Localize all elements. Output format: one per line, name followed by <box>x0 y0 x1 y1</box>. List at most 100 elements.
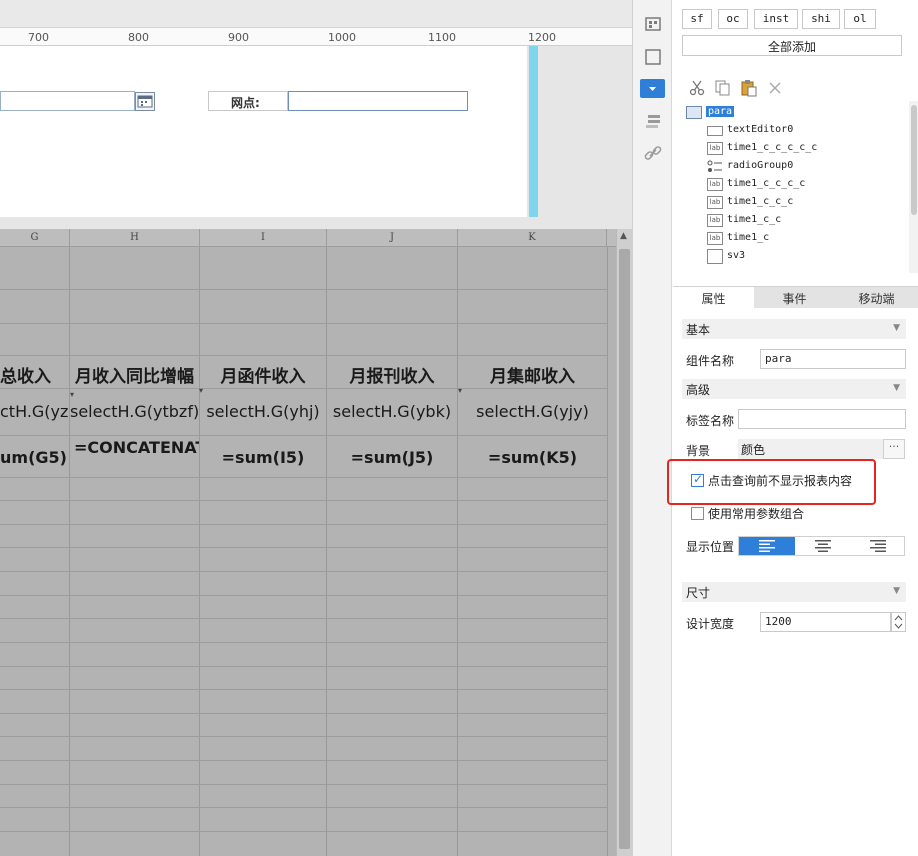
background-select[interactable]: 颜色 <box>738 439 883 459</box>
text-editor-icon <box>707 126 723 136</box>
chevron-down-icon: ▼ <box>893 586 900 596</box>
grid-cell[interactable]: ctH.G(yz) <box>0 402 69 421</box>
grid-line <box>0 642 608 643</box>
query-button[interactable]: oc <box>718 9 748 29</box>
tab-events[interactable]: 事件 <box>754 287 835 309</box>
display-position-selector <box>738 536 905 556</box>
cell-marker: ▾ <box>199 386 204 395</box>
grid-line <box>326 247 327 856</box>
parameter-panel-icon[interactable] <box>640 79 665 98</box>
tree-node-label: time1_c <box>727 232 770 243</box>
section-basic[interactable]: 基本 ▼ <box>682 319 906 339</box>
grid-cell[interactable]: selectH.G(yhj) <box>200 402 326 421</box>
grid-line <box>0 500 608 501</box>
column-header[interactable]: H <box>70 229 200 247</box>
background-more-button[interactable]: ··· <box>883 439 905 459</box>
grid-cell[interactable]: 总收入 <box>0 362 69 387</box>
add-all-button[interactable]: 全部添加 <box>682 35 902 56</box>
section-size[interactable]: 尺寸 ▼ <box>682 582 906 602</box>
use-common-params-checkbox[interactable] <box>691 507 704 520</box>
grid-line <box>0 571 608 572</box>
widget-library-icon[interactable] <box>643 14 663 34</box>
column-header[interactable]: K <box>458 229 607 247</box>
widget-name-input[interactable]: para <box>760 349 906 369</box>
query-button[interactable]: ol <box>844 9 876 29</box>
chevron-down-icon: ▼ <box>893 383 900 393</box>
design-canvas[interactable]: 700 800 900 1000 1100 1200 网点: G H I J K <box>0 0 632 856</box>
grid-line <box>0 388 608 389</box>
ruler-mark: 900 <box>228 31 249 44</box>
parameter-panel[interactable] <box>0 46 527 217</box>
grid-cell[interactable]: =CONCATENATE(ROUND((su <box>70 439 199 475</box>
grid-line <box>0 736 608 737</box>
date-input[interactable] <box>0 91 135 111</box>
grid-cell[interactable]: 月收入同比增幅 <box>70 362 199 387</box>
link-icon[interactable] <box>643 143 663 163</box>
grid-line <box>0 713 608 714</box>
calendar-icon[interactable] <box>135 92 155 111</box>
grid-cell[interactable]: selectH.G(yjy) <box>458 402 607 421</box>
grid-cell[interactable]: 月报刊收入 <box>327 362 457 387</box>
widget-tree[interactable]: para textEditor0 lab time1_c_c_c_c_c rad… <box>682 101 909 273</box>
report-grid[interactable]: G H I J K 总收入 月收入同比增幅 月函件收入 月报刊收入 月集邮收入 … <box>0 229 616 856</box>
form-icon <box>686 106 702 119</box>
design-width-input[interactable]: 1200 <box>760 612 891 632</box>
grid-scrollbar[interactable]: ▲ <box>616 229 632 856</box>
grid-cell[interactable]: =sum(K5) <box>458 448 607 467</box>
grid-line <box>0 689 608 690</box>
grid-cell[interactable]: selectH.G(ytbzf) <box>70 402 199 421</box>
ruler-mark: 1100 <box>428 31 456 44</box>
delete-icon[interactable] <box>766 79 784 97</box>
grid-cell[interactable]: 月集邮收入 <box>458 362 607 387</box>
section-title: 高级 <box>686 383 711 397</box>
tree-node-label: radioGroup0 <box>727 160 794 171</box>
section-advanced[interactable]: 高级 ▼ <box>682 379 906 399</box>
highlight-box <box>667 459 876 505</box>
horizontal-ruler: 700 800 900 1000 1100 1200 <box>0 28 632 46</box>
tree-node-label: textEditor0 <box>727 124 794 135</box>
tree-node-label: time1_c_c_c_c <box>727 178 806 189</box>
network-point-input[interactable] <box>288 91 468 111</box>
scrollbar-thumb[interactable] <box>911 105 917 215</box>
grid-cell[interactable]: 月函件收入 <box>200 362 326 387</box>
align-left-button[interactable] <box>739 537 795 555</box>
label-icon: lab <box>707 178 723 191</box>
align-right-button[interactable] <box>850 537 906 555</box>
frame-icon[interactable] <box>643 47 663 67</box>
cut-icon[interactable] <box>688 79 706 97</box>
tab-properties[interactable]: 属性 <box>673 287 754 309</box>
use-common-params-label[interactable]: 使用常用参数组合 <box>708 505 804 522</box>
label-icon: lab <box>707 142 723 155</box>
grid-line <box>0 323 608 324</box>
align-center-button[interactable] <box>795 537 851 555</box>
query-button[interactable]: sf <box>682 9 712 29</box>
query-button[interactable]: shi <box>802 9 840 29</box>
grid-line <box>0 595 608 596</box>
ruler-mark: 800 <box>128 31 149 44</box>
scrollbar-thumb[interactable] <box>619 249 630 849</box>
grid-cell[interactable]: =sum(J5) <box>327 448 457 467</box>
grid-line <box>457 247 458 856</box>
width-guide-line[interactable] <box>529 46 538 217</box>
tag-name-input[interactable] <box>738 409 906 429</box>
layers-icon[interactable] <box>643 111 663 131</box>
tree-scrollbar[interactable] <box>909 101 918 273</box>
grid-line <box>607 247 608 856</box>
network-point-label[interactable]: 网点: <box>208 91 288 111</box>
scroll-up-icon[interactable]: ▲ <box>620 231 627 241</box>
query-button[interactable]: inst <box>754 9 798 29</box>
tab-mobile[interactable]: 移动端 <box>835 287 918 309</box>
grid-line <box>0 289 608 290</box>
design-width-stepper[interactable] <box>891 612 906 632</box>
copy-icon[interactable] <box>714 79 732 97</box>
column-header[interactable]: I <box>200 229 327 247</box>
column-header[interactable]: G <box>0 229 70 247</box>
grid-cell[interactable]: =sum(I5) <box>200 448 326 467</box>
column-header[interactable]: J <box>327 229 458 247</box>
align-left-icon <box>759 540 775 552</box>
grid-cell[interactable]: um(G5) <box>0 448 69 467</box>
label-icon: lab <box>707 232 723 245</box>
paste-icon[interactable] <box>740 79 758 97</box>
grid-cell[interactable]: selectH.G(ybk) <box>327 402 457 421</box>
align-center-icon <box>815 540 831 552</box>
